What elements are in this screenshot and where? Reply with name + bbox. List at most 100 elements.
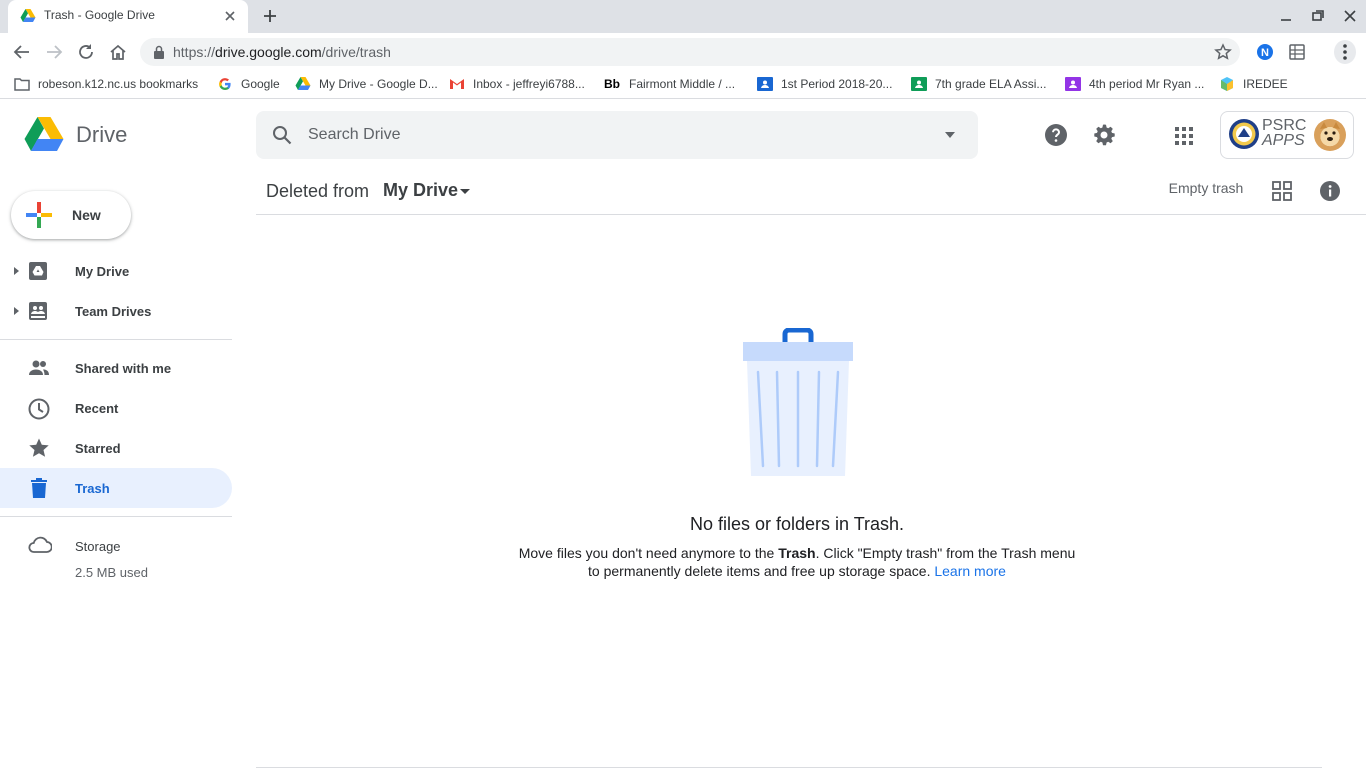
description-text: . Click "Empty trash" from the Trash men… (815, 545, 1076, 561)
bookmark-item[interactable]: 4th period Mr Ryan ... (1065, 76, 1204, 92)
google-apps-grid-icon[interactable] (1174, 126, 1194, 146)
bookmark-item[interactable]: Inbox - jeffreyi6788... (449, 76, 585, 92)
url-host: drive.google.com (215, 44, 322, 60)
my-drive-icon (28, 261, 48, 281)
bookmark-item[interactable]: robeson.k12.nc.us bookmarks (14, 76, 198, 92)
grid-view-icon[interactable] (1272, 181, 1292, 201)
extension-sheet-icon[interactable] (1288, 43, 1306, 61)
bookmark-label: IREDEE (1243, 77, 1288, 91)
sidebar-item-shared-with-me[interactable]: Shared with me (0, 348, 232, 388)
sidebar-item-label: Team Drives (75, 304, 152, 319)
window-close-icon[interactable] (1342, 8, 1358, 24)
cube-icon (1219, 76, 1235, 92)
org-seal-icon (1228, 117, 1260, 151)
sidebar-item-trash[interactable]: Trash (0, 468, 232, 508)
url-scheme: https:// (173, 44, 216, 60)
drive-icon (295, 76, 311, 92)
chrome-menu-button[interactable] (1334, 40, 1356, 64)
reload-icon[interactable] (76, 42, 96, 62)
drive-logo-icon[interactable] (24, 116, 64, 152)
lock-icon[interactable] (153, 45, 165, 59)
empty-state-description-line2: to permanently delete items and free up … (506, 563, 1088, 579)
back-arrow-icon[interactable] (12, 42, 32, 62)
bookmark-item[interactable]: My Drive - Google D... (295, 76, 438, 92)
forward-arrow-icon[interactable] (44, 42, 64, 62)
avatar[interactable] (1314, 119, 1346, 151)
classroom-green-icon (911, 76, 927, 92)
expand-arrow-icon[interactable] (12, 305, 20, 317)
sidebar-divider (0, 516, 232, 517)
empty-state-title: No files or folders in Trash. (689, 514, 905, 534)
search-options-dropdown-icon[interactable] (940, 128, 960, 142)
storage-used-text: 2.5 MB used (75, 565, 148, 580)
sidebar-item-recent[interactable]: Recent (0, 388, 232, 428)
sidebar-item-my-drive[interactable]: My Drive (0, 251, 232, 291)
bookmark-item[interactable]: Bb Fairmont Middle / ... (603, 76, 735, 92)
bookmark-star-icon[interactable] (1214, 43, 1232, 61)
search-icon[interactable] (272, 125, 292, 145)
tab-close-icon[interactable] (222, 8, 238, 24)
gmail-icon (449, 76, 465, 92)
location-label: My Drive (383, 180, 459, 200)
bookmark-label: 7th grade ELA Assi... (935, 77, 1047, 91)
bookmark-item[interactable]: 7th grade ELA Assi... (911, 76, 1046, 92)
sidebar-item-label: Trash (75, 481, 110, 496)
bookmark-item[interactable]: 1st Period 2018-20... (757, 76, 892, 92)
url-path: /drive/trash (321, 44, 391, 60)
bookmark-label: 4th period Mr Ryan ... (1089, 77, 1205, 91)
bookmark-item[interactable]: IREDEE (1219, 76, 1288, 92)
bookmark-label: robeson.k12.nc.us bookmarks (38, 77, 199, 91)
drive-favicon-icon (20, 8, 36, 24)
new-button-label: New (72, 207, 101, 223)
star-icon (28, 437, 50, 459)
org-name-line2: APPS (1262, 132, 1305, 149)
home-icon[interactable] (108, 42, 128, 62)
sidebar-divider (0, 339, 232, 340)
search-input[interactable] (308, 126, 908, 144)
classroom-purple-icon (1065, 76, 1081, 92)
bookmark-label: 1st Period 2018-20... (781, 77, 893, 91)
new-tab-icon[interactable] (260, 6, 280, 26)
sidebar-item-starred[interactable]: Starred (0, 428, 232, 468)
caret-down-icon (460, 188, 471, 194)
cloud-icon (28, 536, 52, 554)
empty-state-description-line1: Move files you don't need anymore to the… (506, 545, 1088, 561)
sidebar-item-label: Recent (75, 401, 119, 416)
bookmark-label: Google (241, 77, 280, 91)
storage-label: Storage (75, 539, 121, 554)
app-title[interactable]: Drive (76, 122, 127, 148)
extension-n-icon[interactable]: N (1256, 43, 1274, 61)
restore-icon[interactable] (1310, 8, 1326, 24)
empty-trash-illustration-icon (740, 328, 856, 480)
settings-gear-icon[interactable] (1092, 123, 1116, 147)
deleted-from-label: Deleted from (266, 181, 370, 201)
blackboard-icon: Bb (604, 77, 620, 91)
url-text[interactable]: https://drive.google.com/drive/trash (173, 44, 391, 60)
minimize-icon[interactable] (1278, 8, 1294, 24)
description-bold-trash: Trash (778, 545, 816, 561)
description-text: to permanently delete items and free up … (588, 563, 935, 579)
expand-arrow-icon[interactable] (12, 265, 20, 277)
google-g-icon (217, 76, 233, 92)
bookmark-label: Inbox - jeffreyi6788... (473, 77, 585, 91)
sidebar-item-label: Shared with me (75, 361, 172, 376)
info-icon[interactable] (1319, 180, 1341, 202)
tab-title: Trash - Google Drive (44, 8, 155, 22)
trash-icon (31, 478, 47, 498)
new-plus-icon (26, 202, 52, 228)
sidebar-item-team-drives[interactable]: Team Drives (0, 291, 232, 331)
clock-icon (28, 398, 50, 420)
classroom-blue-icon (757, 76, 773, 92)
folder-icon (14, 76, 30, 92)
bookmark-item[interactable]: Google (217, 76, 280, 92)
people-icon (28, 358, 50, 378)
learn-more-link[interactable]: Learn more (934, 563, 1006, 579)
team-drives-icon (28, 301, 48, 321)
location-dropdown[interactable]: My Drive (383, 180, 472, 201)
bookmark-label: My Drive - Google D... (319, 77, 438, 91)
empty-trash-button[interactable]: Empty trash (1156, 180, 1256, 202)
sidebar-item-storage[interactable]: Storage (0, 526, 232, 566)
help-icon[interactable] (1044, 123, 1068, 147)
header-divider (0, 98, 1366, 99)
sidebar-item-label: My Drive (75, 264, 130, 279)
